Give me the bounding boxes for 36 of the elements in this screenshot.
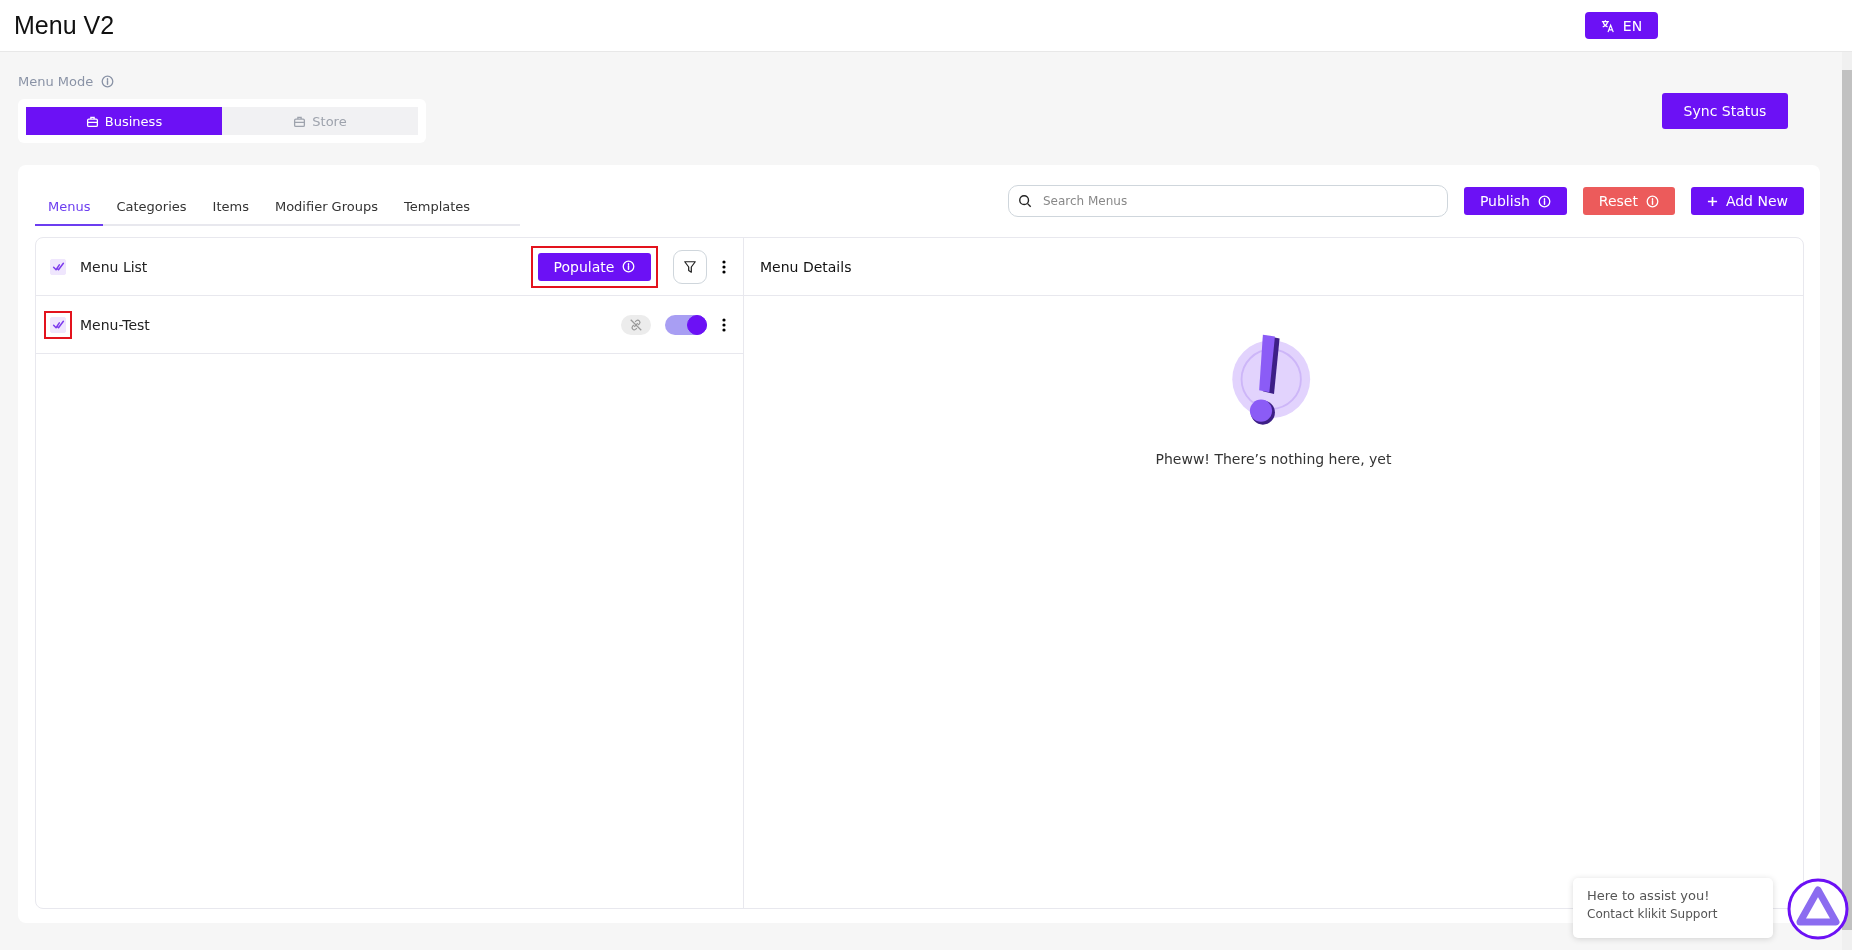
tab[interactable]: Templates xyxy=(391,190,484,226)
briefcase-icon xyxy=(85,114,99,128)
search-field[interactable]: Search Menus xyxy=(1007,185,1448,217)
menu-list-title: Menu List xyxy=(80,258,148,275)
support-chat-button[interactable] xyxy=(1787,878,1849,940)
language-button[interactable]: EN xyxy=(1585,12,1658,39)
info-icon xyxy=(622,260,636,273)
empty-message: Pheww! There’s nothing here, yet xyxy=(1155,451,1392,467)
menu-details-title: Menu Details xyxy=(760,258,852,275)
action-button[interactable]: Add New xyxy=(1690,187,1804,215)
page-title: Menu V2 xyxy=(14,11,116,40)
plus-icon xyxy=(1706,195,1718,207)
populate-button[interactable]: Populate xyxy=(538,252,651,281)
tab[interactable]: Menus xyxy=(35,190,104,226)
support-title: Here to assist you! xyxy=(1587,888,1711,903)
filter-icon xyxy=(683,259,697,274)
support-link[interactable]: Contact klikit Support xyxy=(1587,907,1759,921)
translate-icon xyxy=(1600,18,1615,33)
sync-status-button[interactable]: Sync Status xyxy=(1662,93,1788,129)
filter-button[interactable] xyxy=(673,249,707,284)
menu-mode-label: Menu Mode xyxy=(18,74,94,89)
briefcase-icon xyxy=(293,114,307,128)
search-icon xyxy=(1017,194,1032,208)
more-options-icon[interactable] xyxy=(721,316,727,333)
tab[interactable]: Categories xyxy=(103,190,200,226)
mode-option[interactable]: Business xyxy=(26,107,222,135)
checkbox[interactable] xyxy=(50,258,66,275)
action-button[interactable]: Publish xyxy=(1463,187,1567,215)
checkbox[interactable] xyxy=(50,316,66,333)
menu-name[interactable]: Menu-Test xyxy=(80,316,150,333)
tab[interactable]: Modifier Groups xyxy=(261,190,391,226)
unlink-icon[interactable] xyxy=(621,314,651,335)
toggle-switch[interactable] xyxy=(665,314,707,335)
info-icon xyxy=(101,75,115,88)
tab[interactable]: Items xyxy=(199,190,262,226)
more-options-icon[interactable] xyxy=(721,258,727,275)
